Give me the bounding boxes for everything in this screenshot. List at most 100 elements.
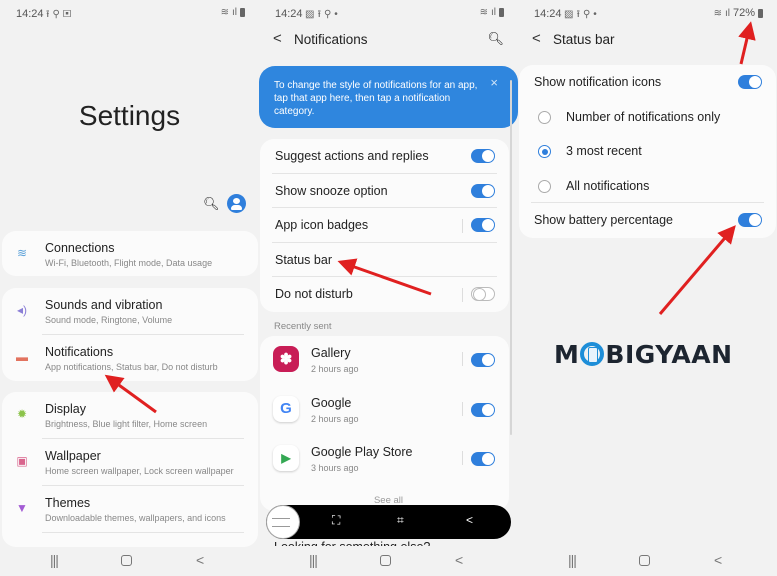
show-notification-icons-row[interactable]: Show notification icons bbox=[519, 65, 776, 100]
play-store-toggle[interactable] bbox=[471, 452, 495, 466]
settings-item-themes[interactable]: ▼ Themes Downloadable themes, wallpapers… bbox=[2, 486, 258, 533]
notification-settings-card: Suggest actions and replies Show snooze … bbox=[260, 139, 509, 312]
info-tip-banner: To change the style of notifications for… bbox=[259, 66, 518, 128]
status-time: 14:24 bbox=[275, 8, 303, 20]
screenshot-icon: ▣ bbox=[62, 9, 75, 20]
settings-item-connections[interactable]: ≋ Connections Wi-Fi, Bluetooth, Flight m… bbox=[2, 231, 258, 278]
wifi-icon: ≋ bbox=[479, 7, 488, 18]
settings-item-subtitle: Wi-Fi, Bluetooth, Flight mode, Data usag… bbox=[45, 258, 213, 268]
back-button[interactable]: < bbox=[196, 552, 204, 568]
navigation-bar: ||| < bbox=[259, 546, 518, 576]
setting-label: Show battery percentage bbox=[534, 213, 673, 228]
settings-item-display[interactable]: ✹ Display Brightness, Blue light filter,… bbox=[2, 392, 258, 439]
do-not-disturb-toggle[interactable] bbox=[471, 287, 495, 302]
screenshot-toolbar: ⛶ ⌗ < bbox=[266, 505, 511, 539]
divider bbox=[462, 219, 463, 234]
navigation-bar: ||| < bbox=[0, 546, 259, 576]
home-button[interactable] bbox=[380, 555, 391, 566]
dot-icon: • bbox=[334, 9, 341, 20]
status-bar: 14:24 ⭱⚲▣ ≋ ıl bbox=[0, 0, 259, 28]
setting-label: Show notification icons bbox=[534, 75, 662, 89]
status-bar: 14:24 ▨⭱⚲• ≋ ıl 72% bbox=[518, 0, 777, 28]
radio-button-selected[interactable] bbox=[538, 145, 551, 159]
show-battery-percentage-toggle[interactable] bbox=[738, 213, 762, 228]
show-battery-percentage-row[interactable]: Show battery percentage bbox=[519, 203, 776, 238]
battery-icon bbox=[758, 8, 763, 18]
settings-item-subtitle: Brightness, Blue light filter, Home scre… bbox=[45, 419, 208, 429]
settings-item-subtitle: App notifications, Status bar, Do not di… bbox=[45, 362, 218, 372]
app-row-play-store[interactable]: ▶ Google Play Store 3 hours ago bbox=[260, 435, 509, 485]
show-notification-icons-toggle[interactable] bbox=[738, 75, 762, 89]
app-icon-badges-toggle[interactable] bbox=[471, 218, 495, 233]
screenshot-thumbnail[interactable] bbox=[266, 505, 300, 539]
status-bar-options-card: Show notification icons Number of notifi… bbox=[519, 65, 776, 238]
page-title: Status bar bbox=[553, 32, 615, 47]
setting-suggest-actions[interactable]: Suggest actions and replies bbox=[260, 139, 509, 174]
suggest-actions-toggle[interactable] bbox=[471, 149, 495, 163]
scrollbar[interactable] bbox=[510, 80, 512, 435]
navigation-bar: ||| < bbox=[518, 546, 777, 576]
status-system-icons: ≋ ıl bbox=[221, 7, 245, 18]
battery-icon bbox=[240, 8, 245, 17]
settings-item-label: Sounds and vibration bbox=[45, 298, 163, 312]
settings-item-wallpaper[interactable]: ▣ Wallpaper Home screen wallpaper, Lock … bbox=[2, 439, 258, 486]
recents-button[interactable]: ||| bbox=[50, 552, 59, 568]
recent-apps-card: ✽ Gallery 2 hours ago G Google 2 hours a… bbox=[260, 336, 509, 511]
back-button[interactable]: < bbox=[455, 552, 463, 568]
home-button[interactable] bbox=[639, 555, 650, 566]
setting-label: App icon badges bbox=[275, 218, 369, 233]
gallery-icon: ✽ bbox=[273, 346, 299, 372]
recents-button[interactable]: ||| bbox=[309, 552, 318, 568]
google-toggle[interactable] bbox=[471, 402, 495, 417]
setting-status-bar[interactable]: Status bar bbox=[260, 243, 509, 278]
back-button[interactable]: < bbox=[714, 552, 722, 568]
wifi-icon: ≋ bbox=[713, 7, 722, 19]
radio-label: 3 most recent bbox=[566, 144, 642, 159]
search-icon[interactable]: 🔍︎ bbox=[203, 196, 220, 212]
settings-group-connections: ≋ Connections Wi-Fi, Bluetooth, Flight m… bbox=[2, 231, 258, 276]
recents-button[interactable]: ||| bbox=[568, 552, 577, 568]
settings-item-label: Themes bbox=[45, 496, 91, 510]
radio-button[interactable] bbox=[538, 179, 551, 193]
wallpaper-icon: ▣ bbox=[16, 454, 28, 468]
snooze-toggle[interactable] bbox=[471, 183, 495, 198]
battery-percent: 72% bbox=[732, 7, 755, 19]
settings-item-notifications[interactable]: ▬ Notifications App notifications, Statu… bbox=[2, 335, 258, 382]
signal-icon: ıl bbox=[491, 7, 496, 18]
radio-option[interactable]: Number of notifications only bbox=[519, 100, 776, 135]
radio-option[interactable]: All notifications bbox=[519, 169, 776, 204]
settings-item-label: Display bbox=[45, 402, 86, 416]
composite-screenshot: 14:24 ⭱⚲▣ ≋ ıl Settings 🔍︎ ≋ Connections… bbox=[0, 0, 777, 576]
app-row-gallery[interactable]: ✽ Gallery 2 hours ago bbox=[260, 336, 509, 386]
close-icon[interactable]: × bbox=[490, 76, 498, 89]
scroll-capture-icon[interactable]: ⛶ bbox=[332, 513, 340, 528]
setting-label: Show snooze option bbox=[275, 183, 388, 198]
play-store-icon: ▶ bbox=[273, 445, 299, 471]
radio-button[interactable] bbox=[538, 110, 551, 124]
app-time: 2 hours ago bbox=[311, 364, 359, 374]
account-icon[interactable] bbox=[227, 194, 246, 213]
gallery-toggle[interactable] bbox=[471, 353, 495, 367]
watermark-text-end: BIGYAAN bbox=[605, 340, 733, 369]
notification-icon: ▬ bbox=[16, 350, 28, 364]
back-arrow-icon[interactable]: < bbox=[532, 30, 541, 47]
search-icon[interactable]: 🔍︎ bbox=[487, 31, 504, 47]
crop-edit-icon[interactable]: ⌗ bbox=[397, 513, 404, 528]
setting-do-not-disturb[interactable]: Do not disturb bbox=[260, 277, 509, 312]
settings-item-subtitle: Downloadable themes, wallpapers, and ico… bbox=[45, 513, 226, 523]
radio-option[interactable]: 3 most recent bbox=[519, 134, 776, 169]
setting-snooze[interactable]: Show snooze option bbox=[260, 174, 509, 209]
status-notification-icons: ▨⭱⚲• bbox=[305, 7, 341, 24]
tip-text: To change the style of notifications for… bbox=[274, 80, 478, 117]
divider bbox=[462, 451, 463, 465]
app-row-google[interactable]: G Google 2 hours ago bbox=[260, 386, 509, 436]
settings-item-subtitle: Home screen wallpaper, Lock screen wallp… bbox=[45, 466, 234, 476]
home-button[interactable] bbox=[121, 555, 132, 566]
share-icon[interactable]: < bbox=[466, 513, 473, 527]
page-title: Notifications bbox=[294, 32, 368, 47]
back-arrow-icon[interactable]: < bbox=[273, 30, 282, 47]
app-name: Google bbox=[311, 395, 352, 410]
setting-app-icon-badges[interactable]: App icon badges bbox=[260, 208, 509, 243]
settings-item-sounds[interactable]: ◂) Sounds and vibration Sound mode, Ring… bbox=[2, 288, 258, 335]
settings-screen: 14:24 ⭱⚲▣ ≋ ıl Settings 🔍︎ ≋ Connections… bbox=[0, 0, 259, 576]
